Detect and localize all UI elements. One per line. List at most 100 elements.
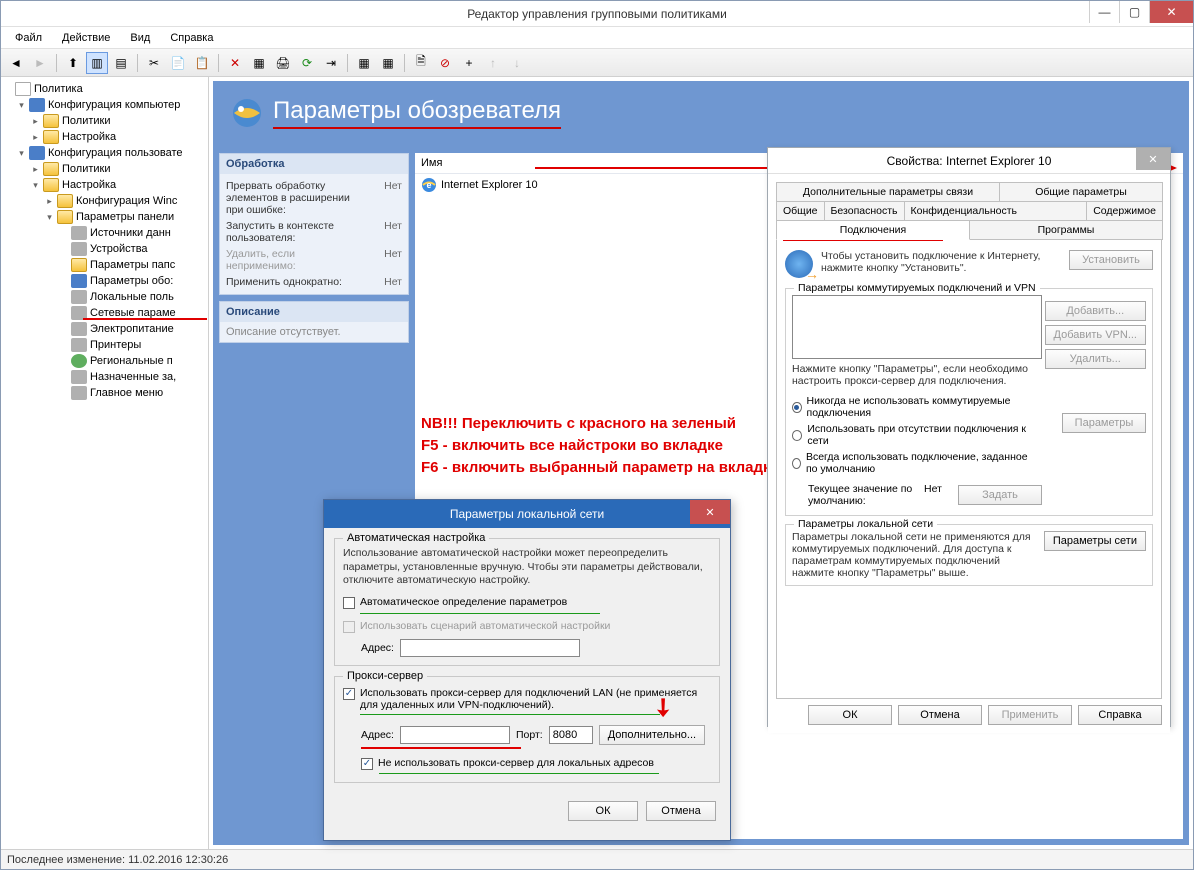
tree-item[interactable]: Источники данн: [59, 225, 206, 241]
tab-privacy[interactable]: Конфиденциальность: [904, 201, 1088, 221]
apply-button[interactable]: Применить: [988, 705, 1072, 725]
script-address-input[interactable]: [400, 639, 580, 657]
tab-general-params[interactable]: Общие параметры: [999, 182, 1163, 202]
stop-icon[interactable]: ⊘: [434, 52, 456, 74]
tab-programs[interactable]: Программы: [969, 220, 1163, 240]
add-button[interactable]: Добавить...: [1045, 301, 1146, 321]
properties-icon[interactable]: ▦: [248, 52, 270, 74]
lan-dialog: Параметры локальной сети ✕ Автоматическа…: [323, 499, 731, 841]
radio-never[interactable]: Никогда не использовать коммутируемые по…: [792, 393, 1042, 421]
export-icon[interactable]: ⇥: [320, 52, 342, 74]
tree-item[interactable]: Региональные п: [59, 353, 206, 369]
processing-box: Обработка Прервать обработку элементов в…: [219, 153, 409, 295]
props-close-button[interactable]: ✕: [1136, 148, 1170, 170]
lan-ok-button[interactable]: ОК: [568, 801, 638, 821]
tree-item[interactable]: ▸Политики: [31, 113, 206, 129]
cancel-button[interactable]: Отмена: [898, 705, 982, 725]
tab-common[interactable]: Общие: [776, 201, 825, 221]
fs-auto-legend: Автоматическая настройка: [343, 532, 489, 544]
up-icon[interactable]: ⬆: [62, 52, 84, 74]
lan-cancel-button[interactable]: Отмена: [646, 801, 716, 821]
advanced-button[interactable]: Дополнительно...: [599, 725, 705, 745]
tree-item[interactable]: Назначенные за,: [59, 369, 206, 385]
statusbar: Последнее изменение: 11.02.2016 12:30:26: [1, 849, 1193, 869]
dial-list[interactable]: [792, 295, 1042, 359]
refresh-icon[interactable]: ⟳: [296, 52, 318, 74]
radio-icon: [792, 458, 801, 469]
chk-auto-detect[interactable]: Автоматическое определение параметров: [343, 594, 711, 611]
back-icon[interactable]: ◄: [5, 52, 27, 74]
delete-button[interactable]: Удалить...: [1045, 349, 1146, 369]
tree-item[interactable]: Устройства: [59, 241, 206, 257]
tree-item[interactable]: ▸Конфигурация Winc: [45, 193, 206, 209]
cut-icon[interactable]: ✂: [143, 52, 165, 74]
props-dialog-title: Свойства: Internet Explorer 10: [887, 154, 1052, 168]
copy-icon[interactable]: 📄: [167, 52, 189, 74]
tree-user-conf[interactable]: ▾Конфигурация пользовате: [17, 145, 206, 161]
minimize-button[interactable]: —: [1089, 1, 1119, 23]
menu-view[interactable]: Вид: [122, 30, 158, 46]
properties-dialog: Свойства: Internet Explorer 10 ✕ Дополни…: [767, 147, 1171, 727]
tab-connections[interactable]: Подключения: [776, 220, 970, 240]
filter2-icon[interactable]: ▦: [377, 52, 399, 74]
tree-comp-conf[interactable]: ▾Конфигурация компьютер: [17, 97, 206, 113]
close-button[interactable]: ✕: [1149, 1, 1193, 23]
filter1-icon[interactable]: ▦: [353, 52, 375, 74]
tree-item[interactable]: Электропитание: [59, 321, 206, 337]
lan-dialog-title: Параметры локальной сети: [450, 507, 604, 521]
delete-icon[interactable]: ✕: [224, 52, 246, 74]
radio-no-net[interactable]: Использовать при отсутствии подключения …: [792, 421, 1042, 449]
tree-item[interactable]: ▾Настройка: [31, 177, 206, 193]
annotation-line: [379, 773, 659, 774]
lan-close-button[interactable]: ✕: [690, 500, 730, 524]
annotation-underline: [83, 318, 207, 320]
menu-action[interactable]: Действие: [54, 30, 118, 46]
radio-icon: [792, 430, 802, 441]
add-vpn-button[interactable]: Добавить VPN...: [1045, 325, 1146, 345]
status-text: Последнее изменение: 11.02.2016 12:30:26: [7, 854, 228, 866]
ie-icon: e: [421, 177, 437, 193]
tree-item[interactable]: ▸Политики: [31, 161, 206, 177]
forward-icon[interactable]: ►: [29, 52, 51, 74]
proxy-address-input[interactable]: [400, 726, 510, 744]
ok-button[interactable]: ОК: [808, 705, 892, 725]
svg-text:e: e: [426, 180, 431, 190]
tab-content[interactable]: Содержимое: [1086, 201, 1163, 221]
arrow-up-icon[interactable]: ↑: [482, 52, 504, 74]
doc-icon[interactable]: 🗎: [410, 52, 432, 74]
tree-item[interactable]: Принтеры: [59, 337, 206, 353]
radio-always[interactable]: Всегда использовать подключение, заданно…: [792, 449, 1042, 477]
tree-item[interactable]: Главное меню: [59, 385, 206, 401]
tree-browser-params[interactable]: Параметры обо:: [59, 273, 206, 289]
tab-security[interactable]: Безопасность: [824, 201, 905, 221]
menu-help[interactable]: Справка: [162, 30, 221, 46]
titlebar: Редактор управления групповыми политикам…: [1, 1, 1193, 27]
params-button[interactable]: Параметры: [1062, 413, 1146, 433]
paste-icon[interactable]: 📋: [191, 52, 213, 74]
auto-desc: Использование автоматической настройки м…: [343, 547, 711, 588]
menu-file[interactable]: Файл: [7, 30, 50, 46]
lan-settings-button[interactable]: Параметры сети: [1044, 531, 1146, 551]
proxy-port-input[interactable]: [549, 726, 593, 744]
chk-bypass-local[interactable]: Не использовать прокси-сервер для локаль…: [343, 755, 711, 772]
arrow-down-icon[interactable]: ↓: [506, 52, 528, 74]
dial-note: Нажмите кнопку "Параметры", если необход…: [792, 363, 1042, 387]
tree-item[interactable]: ▸Настройка: [31, 129, 206, 145]
tab-extra-conn[interactable]: Дополнительные параметры связи: [776, 182, 1000, 202]
menubar: Файл Действие Вид Справка: [1, 27, 1193, 49]
show-list-icon[interactable]: ▤: [110, 52, 132, 74]
install-button[interactable]: Установить: [1069, 250, 1153, 270]
show-tree-icon[interactable]: ▥: [86, 52, 108, 74]
help-button[interactable]: Справка: [1078, 705, 1162, 725]
tree-root[interactable]: Политика: [3, 81, 206, 97]
maximize-button[interactable]: ▢: [1119, 1, 1149, 23]
print-icon[interactable]: 🖨: [272, 52, 294, 74]
add-icon[interactable]: +: [458, 52, 480, 74]
tree-item[interactable]: Локальные поль: [59, 289, 206, 305]
tree-panel: Политика ▾Конфигурация компьютер ▸Полити…: [1, 77, 209, 849]
set-button[interactable]: Задать: [958, 485, 1042, 505]
tree-item[interactable]: Параметры папс: [59, 257, 206, 273]
toolbar: ◄ ► ⬆ ▥ ▤ ✂ 📄 📋 ✕ ▦ 🖨 ⟳ ⇥ ▦ ▦ 🗎 ⊘ + ↑ ↓: [1, 49, 1193, 77]
chk-use-script[interactable]: Использовать сценарий автоматической нас…: [343, 618, 711, 635]
tree-item[interactable]: ▾Параметры панели: [45, 209, 206, 225]
